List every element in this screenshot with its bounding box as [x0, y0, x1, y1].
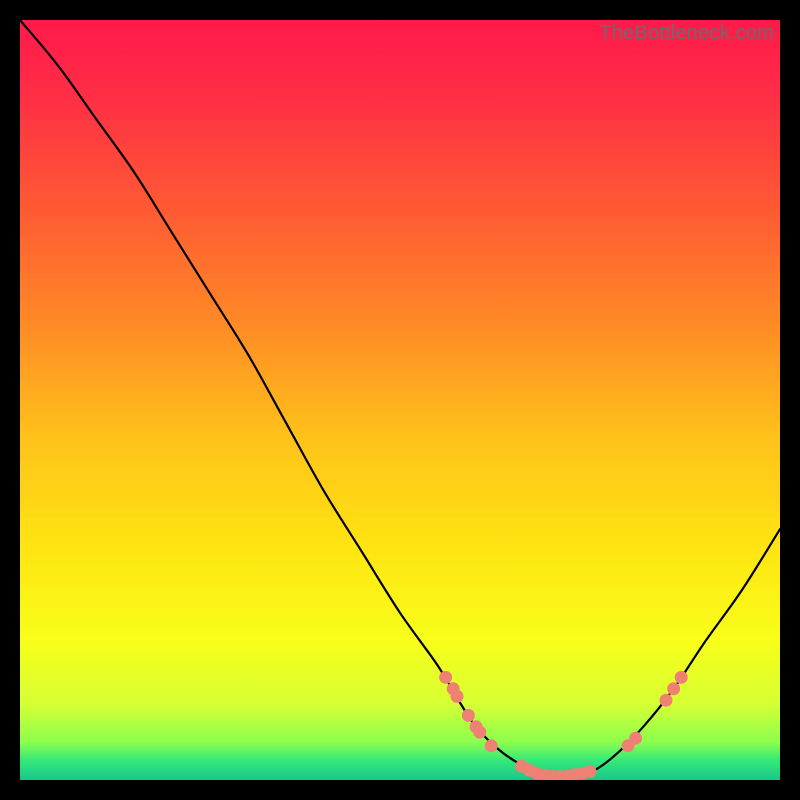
data-marker: [451, 690, 464, 703]
data-marker: [584, 765, 597, 778]
gradient-background: [20, 20, 780, 780]
data-marker: [629, 732, 642, 745]
bottleneck-chart: [20, 20, 780, 780]
chart-frame: TheBottleneck.com: [20, 20, 780, 780]
data-marker: [439, 671, 452, 684]
data-marker: [675, 671, 688, 684]
data-marker: [473, 726, 486, 739]
data-marker: [485, 739, 498, 752]
data-marker: [462, 709, 475, 722]
data-marker: [660, 694, 673, 707]
watermark-label: TheBottleneck.com: [599, 22, 774, 45]
data-marker: [667, 682, 680, 695]
